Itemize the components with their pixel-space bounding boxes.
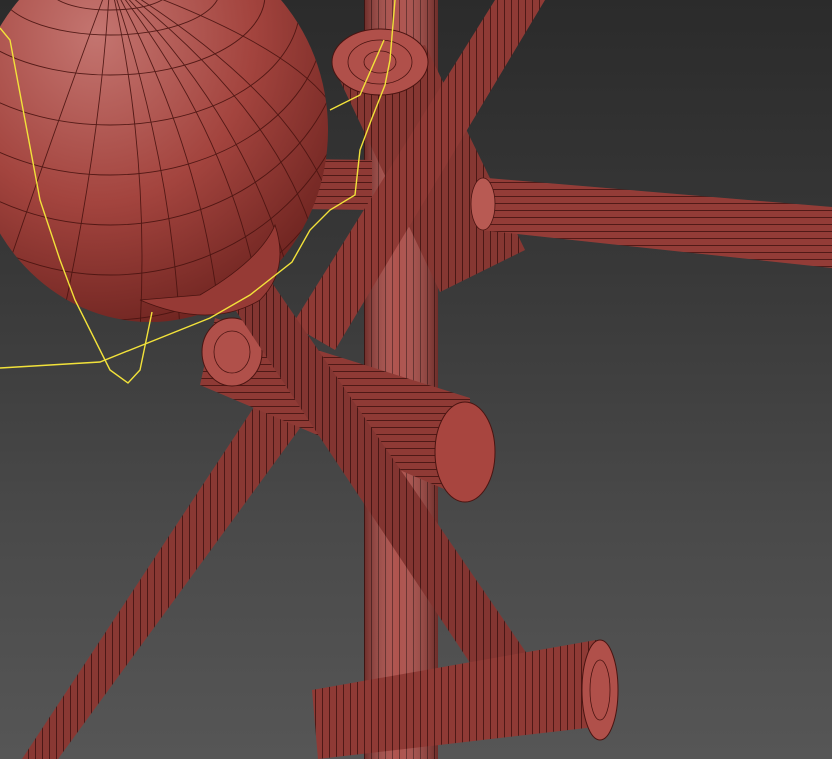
3d-viewport[interactable] — [0, 0, 832, 759]
sphere[interactable] — [0, 0, 370, 330]
bottom-cylinder[interactable] — [312, 639, 619, 759]
diagonal-rod-left[interactable] — [22, 395, 300, 759]
right-arm[interactable] — [470, 177, 832, 268]
viewport-scene[interactable] — [0, 0, 832, 759]
